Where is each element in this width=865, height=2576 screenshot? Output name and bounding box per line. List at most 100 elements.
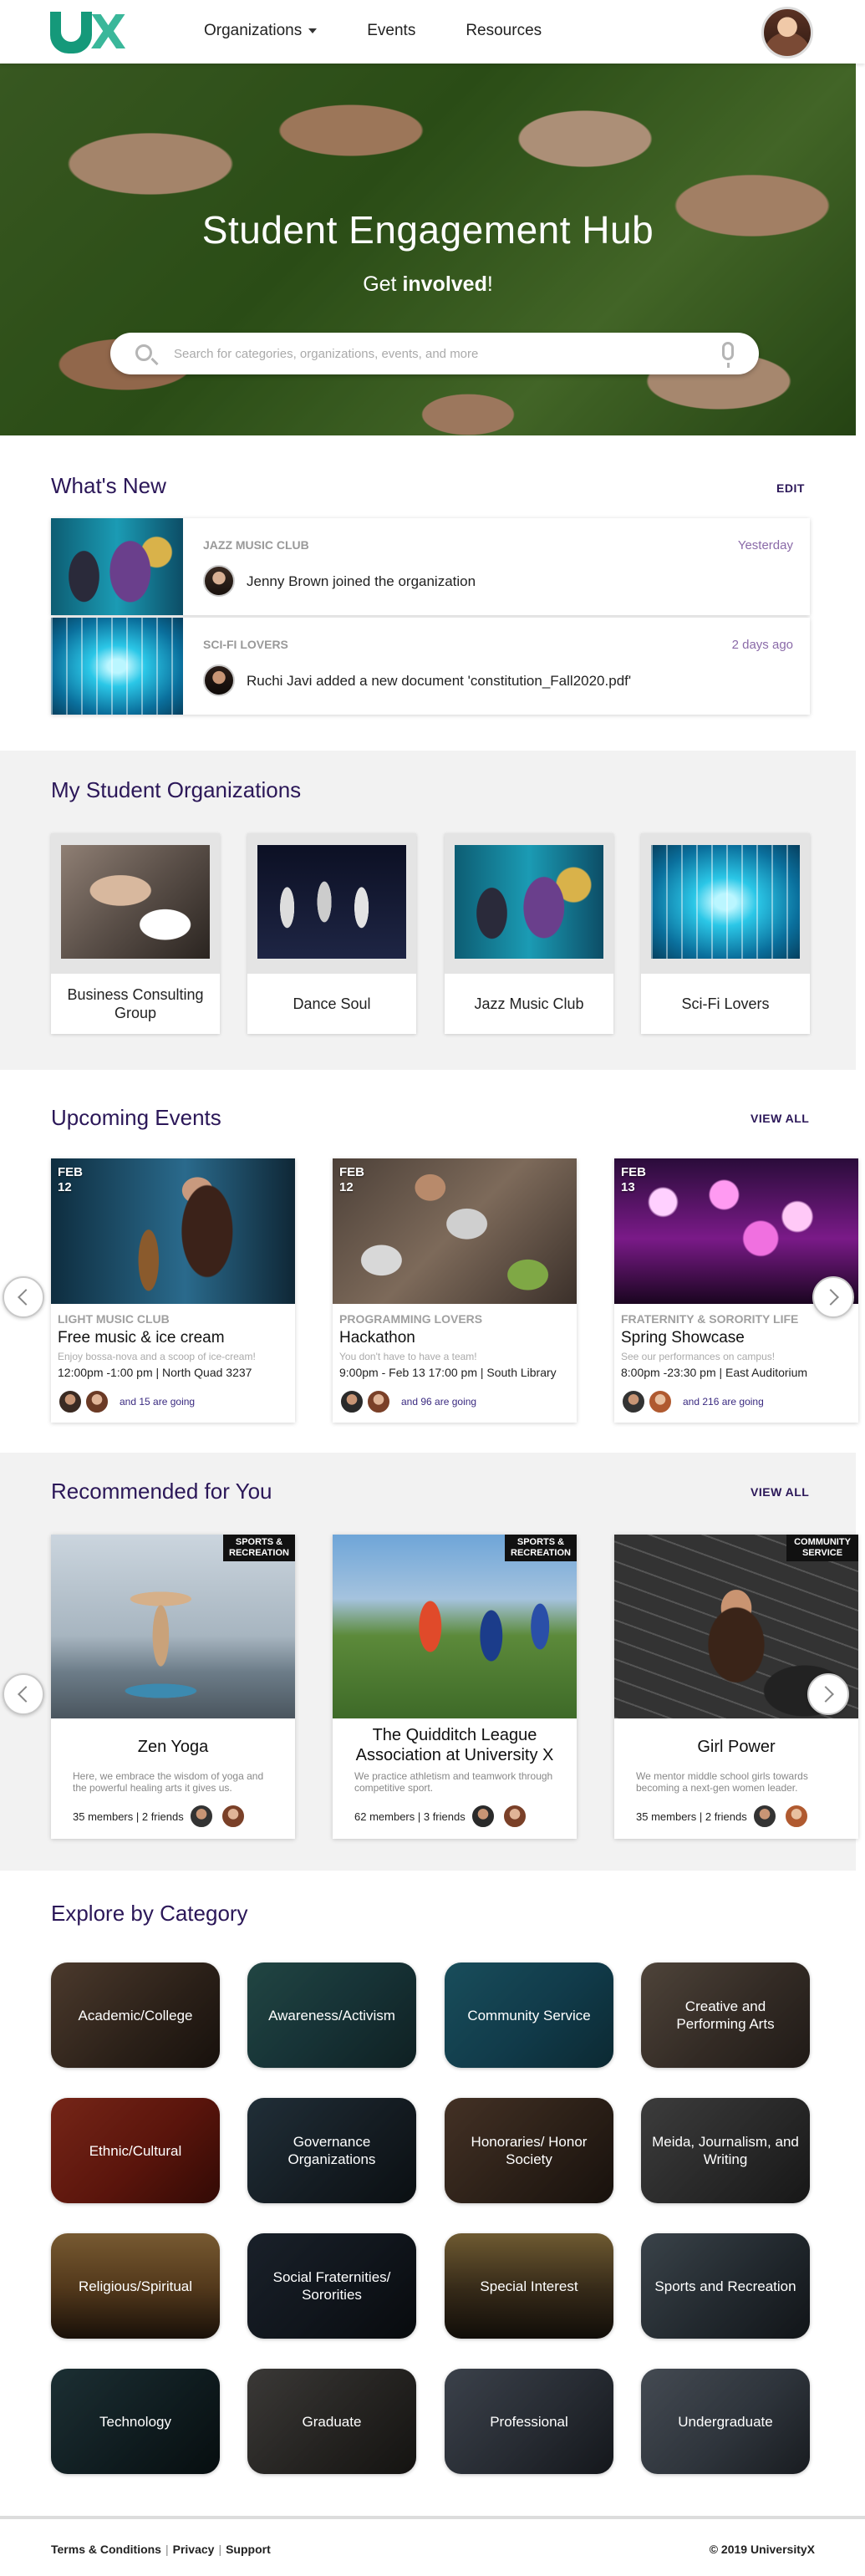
category-label: Undergraduate	[678, 2413, 773, 2430]
org-image-frame	[641, 833, 810, 974]
footer-separator: |	[165, 2543, 169, 2556]
org-card[interactable]: Dance Soul	[247, 833, 416, 1034]
category-tile[interactable]: Honoraries/ Honor Society	[445, 2098, 613, 2203]
nav-events[interactable]: Events	[367, 22, 415, 40]
recommended-desc: Here, we embrace the wisdom of yoga and …	[73, 1770, 264, 1794]
recommended-next-button[interactable]	[807, 1673, 849, 1715]
event-date: FEB 12	[339, 1165, 364, 1195]
events-view-all-link[interactable]: VIEW ALL	[751, 1112, 809, 1125]
footer-links: Terms & Conditions | Privacy | Support	[51, 2543, 271, 2556]
category-label: Meida, Journalism, and Writing	[652, 2134, 799, 2167]
news-card[interactable]: SCI-FI LOVERS 2 days ago Ruchi Javi adde…	[51, 618, 810, 715]
attendees-count[interactable]: and 15 are going	[120, 1396, 195, 1408]
chevron-right-icon	[817, 1686, 834, 1703]
event-group: PROGRAMMING LOVERS	[339, 1312, 483, 1326]
attendees-count[interactable]: and 96 are going	[401, 1396, 476, 1408]
terms-link[interactable]: Terms & Conditions	[51, 2543, 161, 2556]
recommended-view-all-link[interactable]: VIEW ALL	[751, 1485, 809, 1499]
ux-logo[interactable]: X	[50, 8, 137, 59]
category-tile[interactable]: Special Interest	[445, 2233, 613, 2339]
news-text: Jenny Brown joined the organization	[247, 573, 476, 589]
category-label: Social Fraternities/ Sororities	[272, 2269, 391, 2303]
recommended-card[interactable]: SPORTS & RECREATION Zen Yoga Here, we emb…	[51, 1535, 295, 1839]
category-badge: SPORTS & RECREATION	[223, 1535, 295, 1561]
org-name: Jazz Music Club	[474, 995, 584, 1012]
nav-organizations-label: Organizations	[204, 22, 303, 39]
badge-line: SERVICE	[801, 1548, 843, 1558]
nav-organizations[interactable]: Organizations	[204, 22, 318, 40]
privacy-link[interactable]: Privacy	[173, 2543, 215, 2556]
recommended-desc: We mentor middle school girls towards be…	[636, 1770, 808, 1794]
org-image-frame	[445, 833, 613, 974]
categories-title: Explore by Category	[51, 1901, 248, 1926]
event-card[interactable]: FEB 12 LIGHT MUSIC CLUB Free music & ice …	[51, 1158, 295, 1423]
main-nav: Organizations Events Resources	[204, 22, 592, 40]
category-label: Academic/College	[78, 2007, 193, 2024]
recommended-card[interactable]: SPORTS & RECREATION The Quidditch League …	[333, 1535, 577, 1839]
footer-separator: |	[218, 2543, 222, 2556]
org-card[interactable]: Business Consulting Group	[51, 833, 220, 1034]
category-tile[interactable]: Sports and Recreation	[641, 2233, 810, 2339]
events-title: Upcoming Events	[51, 1105, 221, 1130]
hero-title: Student Engagement Hub	[201, 208, 654, 252]
category-tile[interactable]: Religious/Spiritual	[51, 2233, 220, 2339]
org-image	[455, 845, 603, 959]
news-card[interactable]: JAZZ MUSIC CLUB Yesterday Jenny Brown jo…	[51, 518, 810, 615]
events-prev-button[interactable]	[3, 1276, 44, 1318]
event-when: 8:00pm -23:30 pm | East Auditorium	[621, 1366, 808, 1379]
logo-x-shape: X	[90, 6, 127, 60]
avatar	[783, 1804, 809, 1829]
recommended-prev-button[interactable]	[3, 1673, 44, 1715]
user-avatar[interactable]	[761, 7, 813, 59]
event-card[interactable]: FEB 12 PROGRAMMING LOVERS Hackathon You d…	[333, 1158, 577, 1423]
org-name: Business Consulting Group	[67, 986, 204, 1021]
news-time: Yesterday	[737, 538, 793, 552]
edit-button[interactable]: EDIT	[776, 481, 805, 495]
event-date: FEB 12	[58, 1165, 83, 1195]
event-desc: You don't have to have a team!	[339, 1351, 477, 1362]
search-input[interactable]	[174, 343, 692, 364]
news-text: Ruchi Javi added a new document 'constit…	[247, 673, 632, 689]
event-month: FEB	[58, 1165, 83, 1179]
news-group: JAZZ MUSIC CLUB	[203, 538, 309, 552]
category-label: Special Interest	[480, 2278, 578, 2294]
category-tile[interactable]: Community Service	[445, 1963, 613, 2068]
microphone-icon[interactable]	[722, 342, 734, 368]
category-tile[interactable]: Creative and Performing Arts	[641, 1963, 810, 2068]
org-image-frame	[51, 833, 220, 974]
event-day: 12	[339, 1180, 354, 1194]
category-tile[interactable]: Social Fraternities/ Sororities	[247, 2233, 416, 2339]
attendees-count[interactable]: and 216 are going	[683, 1396, 764, 1408]
hero-sub-suffix: !	[486, 272, 493, 296]
search-bar	[110, 333, 759, 374]
category-tile[interactable]: Awareness/Activism	[247, 1963, 416, 2068]
badge-line: SPORTS &	[235, 1537, 283, 1547]
search-icon[interactable]	[135, 344, 152, 361]
recommended-title: Recommended for You	[51, 1479, 272, 1504]
category-tile[interactable]: Graduate	[247, 2369, 416, 2474]
category-label: Religious/Spiritual	[78, 2278, 193, 2294]
event-date: FEB 13	[621, 1165, 646, 1195]
news-image	[51, 518, 183, 615]
recommended-meta: 62 members | 3 friends	[354, 1804, 529, 1829]
category-tile[interactable]: Ethnic/Cultural	[51, 2098, 220, 2203]
support-link[interactable]: Support	[226, 2543, 271, 2556]
news-time: 2 days ago	[731, 638, 793, 652]
event-image	[333, 1158, 577, 1304]
org-card[interactable]: Jazz Music Club	[445, 833, 613, 1034]
category-tile[interactable]: Meida, Journalism, and Writing	[641, 2098, 810, 2203]
events-next-button[interactable]	[812, 1276, 854, 1318]
event-group: LIGHT MUSIC CLUB	[58, 1312, 170, 1326]
category-tile[interactable]: Academic/College	[51, 1963, 220, 2068]
category-tile[interactable]: Undergraduate	[641, 2369, 810, 2474]
caret-down-icon	[308, 28, 318, 33]
category-tile[interactable]: Governance Organizations	[247, 2098, 416, 2203]
category-tile[interactable]: Technology	[51, 2369, 220, 2474]
category-tile[interactable]: Professional	[445, 2369, 613, 2474]
avatar	[470, 1804, 496, 1829]
nav-resources[interactable]: Resources	[466, 22, 542, 40]
event-title: Free music & ice cream	[58, 1329, 225, 1347]
org-card[interactable]: Sci-Fi Lovers	[641, 833, 810, 1034]
event-month: FEB	[339, 1165, 364, 1179]
org-image	[257, 845, 406, 959]
